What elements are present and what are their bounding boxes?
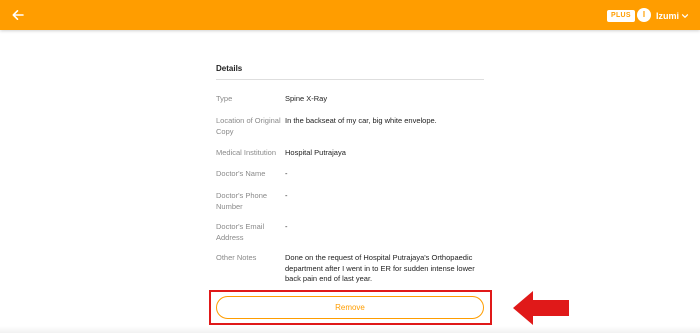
divider: [216, 79, 484, 80]
section-title-details: Details: [216, 64, 243, 73]
label-medical-institution: Medical Institution: [216, 148, 277, 157]
top-app-bar: PLUS I Izumi: [0, 0, 700, 30]
value-location-original-copy: In the backseat of my car, big white env…: [285, 116, 437, 125]
remove-button[interactable]: Remove: [216, 296, 484, 319]
label-doctor-phone: Doctor's Phone Number: [216, 191, 268, 211]
label-doctor-name: Doctor's Name: [216, 169, 266, 178]
value-medical-institution: Hospital Putrajaya: [285, 148, 346, 157]
value-type: Spine X-Ray: [285, 94, 328, 103]
user-name: Izumi: [656, 11, 680, 21]
bottom-shadow: [0, 326, 700, 333]
user-menu[interactable]: Izumi: [656, 9, 689, 23]
value-doctor-phone: -: [285, 191, 288, 200]
label-location-original-copy: Location of Original Copy: [216, 116, 281, 136]
value-doctor-email: -: [285, 222, 288, 231]
label-other-notes: Other Notes: [216, 253, 257, 262]
plus-badge: PLUS: [607, 10, 635, 22]
arrow-left-icon: [12, 10, 24, 20]
chevron-down-icon: [681, 14, 689, 18]
annotation-arrow-left-icon: [513, 291, 569, 325]
back-button[interactable]: [10, 7, 26, 23]
avatar[interactable]: I: [637, 8, 651, 22]
label-doctor-email: Doctor's Email Address: [216, 222, 265, 242]
value-other-notes: Done on the request of Hospital Putrajay…: [285, 253, 475, 283]
value-doctor-name: -: [285, 169, 288, 178]
label-type: Type: [216, 94, 233, 103]
